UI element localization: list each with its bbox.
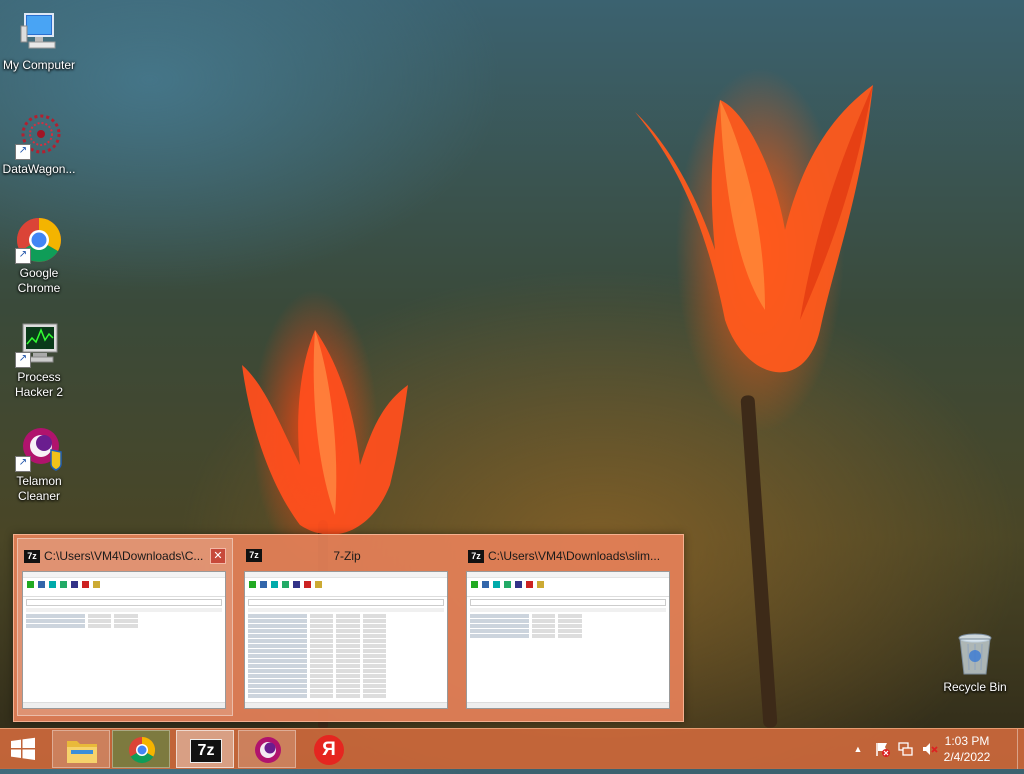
close-icon[interactable]: ✕ [210, 548, 226, 564]
wallpaper-tulip-stem-right [740, 394, 778, 729]
desktop-icon-label: Recycle Bin [943, 680, 1007, 694]
desktop-icon-google-chrome[interactable]: ↗ Google Chrome [0, 216, 78, 296]
thumbnail-window-3[interactable]: 7z C:\Users\VM4\Downloads\slim... [462, 539, 676, 715]
wallpaper-tulip-left [242, 330, 408, 535]
7zip-icon: 7z [190, 739, 222, 763]
desktop-icon-label: DataWagon... [2, 162, 76, 176]
taskbar-file-explorer[interactable] [52, 730, 110, 768]
clock-date: 2/4/2022 [943, 750, 991, 764]
windows-logo-icon [11, 737, 35, 760]
taskbar: 7z Я ▲ 1:03 PM 2/4/2022 [0, 728, 1024, 769]
chrome-icon: ↗ [15, 216, 63, 264]
thumbnail-preview [466, 571, 670, 709]
thumbnail-title: 7z C:\Users\VM4\Downloads\slim... [468, 547, 670, 565]
thumbnail-title-text: C:\Users\VM4\Downloads\C... [44, 549, 204, 563]
start-button[interactable] [8, 737, 38, 761]
desktop-icon-my-computer[interactable]: My Computer [0, 8, 78, 73]
taskbar-thumbnail-popup: 7z C:\Users\VM4\Downloads\C... ✕ 7z 7-Zi… [13, 534, 684, 722]
taskbar-yandex-browser[interactable]: Я [300, 730, 358, 768]
wallpaper-tulip-right [635, 85, 873, 373]
telamon-icon: ↗ [15, 424, 63, 472]
network-icon[interactable] [898, 741, 914, 757]
desktop-icon-process-hacker[interactable]: ↗ Process Hacker 2 [0, 320, 78, 400]
desktop-icon-label: Google Chrome [17, 266, 61, 295]
datawagon-icon: ↗ [15, 112, 63, 160]
7zip-icon: 7z [468, 549, 484, 563]
computer-icon [15, 8, 63, 56]
action-center-flag-icon[interactable] [874, 741, 890, 757]
show-desktop-button[interactable] [1017, 729, 1024, 769]
desktop-icon-telamon-cleaner[interactable]: ↗ Telamon Cleaner [0, 424, 78, 504]
process-hacker-icon: ↗ [15, 320, 63, 368]
taskbar-7zip[interactable]: 7z [176, 730, 234, 768]
desktop-icon-label: Process Hacker 2 [14, 370, 64, 399]
shortcut-arrow-icon: ↗ [15, 248, 31, 264]
thumbnail-title-text: 7-Zip [333, 549, 361, 563]
system-clock[interactable]: 1:03 PM 2/4/2022 [932, 733, 1002, 765]
recycle-bin-icon [951, 630, 999, 678]
thumbnail-preview [244, 571, 448, 709]
thumbnail-window-2[interactable]: 7z 7-Zip [240, 539, 454, 715]
shortcut-arrow-icon: ↗ [15, 456, 31, 472]
thumbnail-title-text: C:\Users\VM4\Downloads\slim... [488, 549, 661, 563]
taskbar-telamon-cleaner[interactable] [238, 730, 296, 768]
taskbar-chrome[interactable] [112, 730, 170, 768]
shortcut-arrow-icon: ↗ [15, 352, 31, 368]
thumbnail-title: 7z C:\Users\VM4\Downloads\C... [24, 547, 208, 565]
desktop-icon-label: My Computer [2, 58, 76, 72]
thumbnail-title: 7z 7-Zip [246, 547, 448, 565]
desktop-icon-recycle-bin[interactable]: Recycle Bin [936, 630, 1014, 695]
yandex-icon: Я [314, 735, 344, 765]
clock-time: 1:03 PM [944, 734, 990, 748]
7zip-icon: 7z [246, 549, 262, 562]
thumbnail-preview [22, 571, 226, 709]
file-explorer-icon [67, 741, 97, 763]
desktop-icon-datawagon[interactable]: ↗ DataWagon... [0, 112, 78, 177]
desktop-icon-label: Telamon Cleaner [16, 474, 62, 503]
telamon-icon [255, 737, 281, 763]
7zip-icon: 7z [24, 549, 40, 563]
thumbnail-window-1[interactable]: 7z C:\Users\VM4\Downloads\C... ✕ [17, 538, 233, 716]
chrome-icon [129, 736, 156, 764]
shortcut-arrow-icon: ↗ [15, 144, 31, 160]
show-hidden-icons-chevron-icon[interactable]: ▲ [850, 741, 866, 757]
